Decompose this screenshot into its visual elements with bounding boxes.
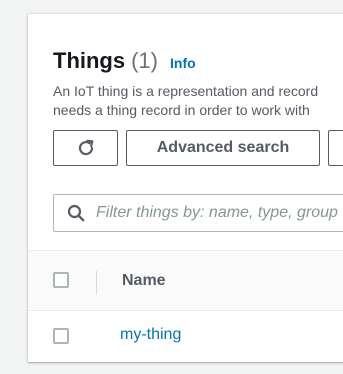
thing-name-link[interactable]: my-thing — [120, 326, 181, 344]
things-panel: Things (1) Info An IoT thing is a repres… — [28, 14, 343, 362]
table-header: Name — [28, 251, 343, 311]
description-line-1: An IoT thing is a representation and rec… — [53, 83, 319, 99]
things-count: (1) — [131, 48, 158, 73]
action-bar: Advanced search — [53, 130, 343, 166]
column-header-name[interactable]: Name — [122, 272, 166, 290]
title-row: Things (1) Info — [53, 48, 343, 74]
page-title: Things — [53, 48, 126, 73]
more-actions-button[interactable] — [328, 130, 343, 166]
refresh-icon — [78, 139, 93, 156]
panel-header: Things (1) Info An IoT thing is a repres… — [53, 48, 343, 120]
description-line-2: needs a thing record in order to work wi… — [53, 102, 310, 118]
column-separator — [96, 271, 97, 295]
page-description: An IoT thing is a representation and rec… — [53, 82, 343, 120]
row-checkbox[interactable] — [53, 328, 69, 344]
refresh-button[interactable] — [53, 130, 118, 166]
info-link[interactable]: Info — [170, 55, 196, 71]
search-placeholder: Filter things by: name, type, group — [96, 204, 338, 221]
select-all-checkbox[interactable] — [53, 272, 69, 288]
advanced-search-button[interactable]: Advanced search — [126, 130, 320, 166]
filter-things-input[interactable]: Filter things by: name, type, group — [53, 194, 343, 232]
table-row: my-thing — [28, 311, 343, 362]
search-icon — [67, 204, 85, 222]
